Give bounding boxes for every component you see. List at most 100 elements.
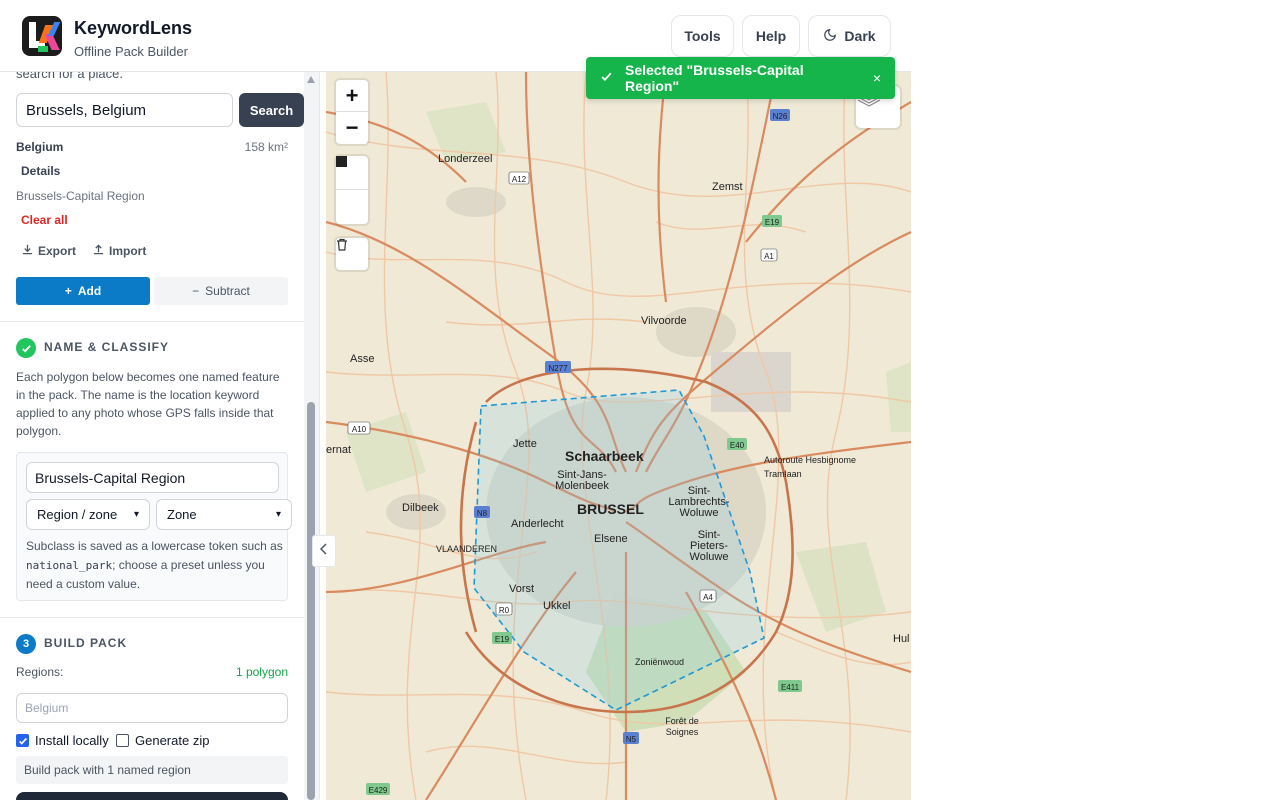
tools-label: Tools (684, 28, 721, 44)
label-zemst: Zemst (712, 181, 743, 193)
install-locally-option[interactable]: Install locally (16, 733, 109, 748)
clear-all-button[interactable]: Clear all (21, 213, 68, 227)
add-button[interactable]: + Add (16, 277, 150, 305)
sidebar: search for a place. Search Belgium 158 k… (0, 72, 320, 800)
step-number-badge: 3 (16, 634, 36, 654)
label-hul: Hul (893, 633, 910, 645)
label-asse: Asse (350, 353, 374, 365)
toast-message: Selected "Brussels-Capital Region" (625, 62, 804, 94)
label-ukkel: Ukkel (543, 600, 571, 612)
subclass-select[interactable]: Zone ▾ (156, 499, 292, 530)
zoom-in-button[interactable]: + (336, 80, 368, 112)
label-vilvoorde: Vilvoorde (641, 315, 687, 327)
zoom-out-button[interactable]: − (336, 112, 368, 144)
draw-toolbar (336, 156, 368, 224)
class-select[interactable]: Region / zone ▾ (26, 499, 150, 530)
result-area: 158 km² (244, 140, 288, 154)
shield-e19-bottom: E19 (495, 635, 510, 644)
shield-a12: A12 (512, 175, 527, 184)
app-logo (22, 16, 62, 56)
build-summary: Build pack with 1 named region (16, 756, 288, 784)
shield-e40: E40 (730, 441, 745, 450)
label-anderlecht: Anderlecht (511, 518, 564, 530)
install-locally-label: Install locally (35, 733, 109, 748)
tools-button[interactable]: Tools (671, 15, 734, 57)
chevron-left-icon (319, 542, 328, 560)
collapse-sidebar-button[interactable] (312, 535, 336, 567)
shield-e19-top: E19 (765, 218, 780, 227)
plus-icon: + (64, 284, 72, 298)
shield-a10: A10 (352, 425, 367, 434)
subtract-button[interactable]: − Subtract (154, 277, 288, 305)
success-toast: Selected "Brussels-Capital Region" × (586, 57, 895, 99)
shield-r0: R0 (499, 606, 510, 615)
add-label: Add (77, 284, 102, 298)
import-label: Import (109, 244, 147, 258)
generate-zip-checkbox[interactable] (116, 734, 129, 747)
hint-token: national_park (26, 558, 113, 572)
label-hernat: ernat (326, 444, 351, 456)
label-vlaanderen: VLAANDEREN (436, 544, 497, 554)
label-foret-2: Soignes (666, 727, 699, 737)
details-link[interactable]: Details (21, 164, 60, 178)
step-complete-check-icon (16, 338, 36, 358)
toast-close-icon[interactable]: × (873, 70, 881, 86)
upload-icon (93, 244, 104, 258)
app-subtitle: Offline Pack Builder (74, 44, 188, 59)
shield-n277: N277 (548, 364, 568, 373)
import-button[interactable]: Import (93, 244, 146, 258)
label-brussel: BRUSSEL (577, 501, 644, 517)
generate-zip-label: Generate zip (135, 733, 210, 748)
app-title: KeywordLens (74, 18, 193, 38)
install-locally-checkbox[interactable] (16, 734, 29, 747)
label-jette: Jette (513, 438, 537, 450)
dark-mode-button[interactable]: Dark (808, 15, 891, 57)
label-londerzeel: Londerzeel (438, 153, 492, 165)
map-canvas: N26 A12 E19 A1 N277 A10 E40 N8 R0 E19 A4… (326, 72, 911, 800)
zoom-control: + − (336, 80, 368, 144)
label-elsene: Elsene (594, 533, 628, 545)
pack-name-input[interactable] (16, 693, 288, 723)
chevron-down-icon: ▾ (275, 509, 281, 520)
dark-label: Dark (844, 28, 876, 44)
feature-name-input[interactable] (26, 462, 279, 493)
place-search-input[interactable] (16, 93, 233, 127)
download-icon (22, 244, 33, 258)
search-hint: search for a place. (16, 72, 123, 81)
regions-count: 1 polygon (235, 665, 288, 679)
result-region[interactable]: Brussels-Capital Region (16, 189, 145, 203)
section-divider (0, 617, 304, 618)
label-vorst: Vorst (509, 583, 534, 595)
minus-icon: − (192, 284, 200, 298)
delete-shape-button[interactable] (336, 238, 368, 270)
export-button[interactable]: Export (22, 244, 76, 258)
draw-rectangle-button[interactable] (336, 156, 368, 224)
generate-zip-option[interactable]: Generate zip (116, 733, 209, 748)
help-button[interactable]: Help (742, 15, 800, 57)
build-section-title: BUILD PACK (44, 636, 128, 650)
help-label: Help (755, 28, 787, 44)
shield-e429: E429 (369, 786, 388, 795)
label-foret-1: Forêt de (665, 716, 699, 726)
shield-n26: N26 (773, 112, 788, 121)
label-dilbeek: Dilbeek (402, 502, 439, 514)
app: KeywordLens Offline Pack Builder Tools H… (0, 0, 911, 800)
label-pieters-3: Woluwe (690, 551, 729, 563)
label-zonienwoud: Zoniënwoud (635, 657, 684, 667)
subclass-hint: Subclass is saved as a lowercase token s… (26, 537, 284, 594)
scroll-up-arrow-icon[interactable] (307, 76, 315, 83)
build-pack-button[interactable] (16, 792, 288, 800)
section-divider (0, 321, 304, 322)
shield-a4: A4 (703, 593, 713, 602)
search-button[interactable]: Search (239, 93, 304, 127)
subclass-select-value: Zone (167, 507, 197, 522)
chevron-down-icon: ▾ (133, 509, 139, 520)
label-schaarbeek: Schaarbeek (565, 448, 644, 464)
result-country: Belgium (16, 140, 64, 154)
classify-description: Each polygon below becomes one named fea… (16, 370, 280, 438)
shield-n8: N8 (477, 509, 488, 518)
map-view[interactable]: N26 A12 E19 A1 N277 A10 E40 N8 R0 E19 A4… (326, 72, 911, 800)
scrollbar-thumb[interactable] (307, 402, 315, 800)
moon-icon (823, 28, 837, 45)
subtract-label: Subtract (205, 284, 250, 298)
